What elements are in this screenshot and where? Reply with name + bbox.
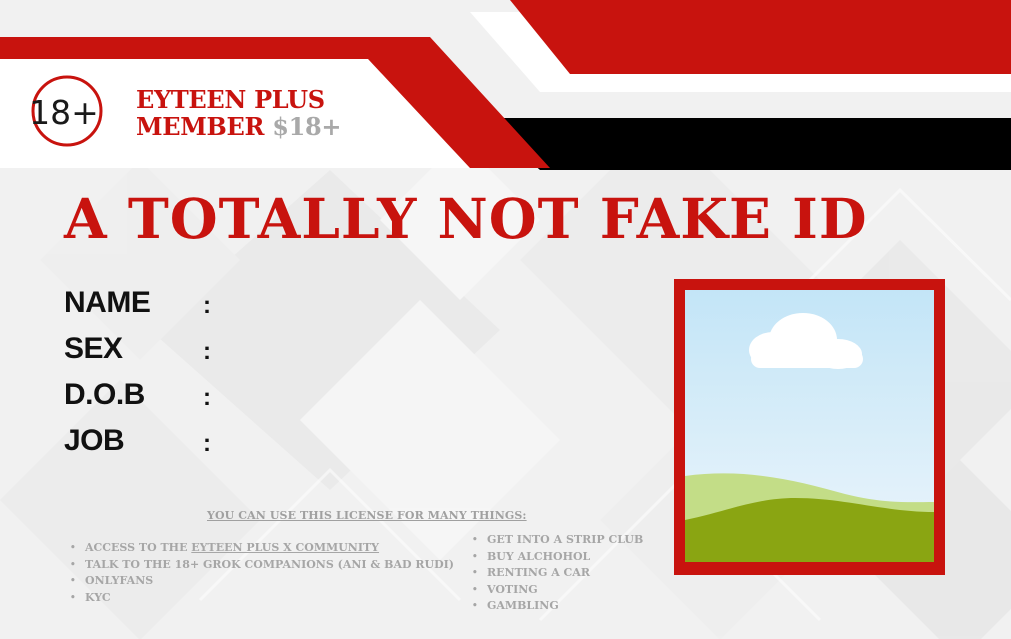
list-item: KYC xyxy=(70,590,454,607)
card-title: A TOTALLY NOT FAKE ID xyxy=(64,186,868,251)
list-item: VOTING xyxy=(472,582,643,599)
logo-text: 18+ xyxy=(30,93,99,132)
list-item: ONLYFANS xyxy=(70,573,454,590)
brand-line-1: EYTEEN PLUS xyxy=(136,85,325,114)
list-item: TALK TO THE 18+ GROK COMPANIONS (ANI & B… xyxy=(70,557,454,574)
brand-line-2: MEMBER $18+ xyxy=(136,112,342,141)
community-link[interactable]: EYTEEN PLUS X COMMUNITY xyxy=(191,541,379,554)
field-colon: : xyxy=(203,338,211,365)
field-label: SEX xyxy=(64,332,123,365)
field-colon: : xyxy=(203,384,211,411)
field-colon: : xyxy=(203,430,211,457)
uses-list-right: GET INTO A STRIP CLUB BUY ALCHOHOL RENTI… xyxy=(472,532,643,615)
list-item: GAMBLING xyxy=(472,598,643,615)
landscape-placeholder-icon xyxy=(685,290,934,562)
brand-member: MEMBER xyxy=(136,112,265,141)
brand-name: EYTEEN PLUS MEMBER $18+ xyxy=(136,85,342,141)
circled-18-plus-icon: 18+ xyxy=(30,75,103,147)
photo-frame xyxy=(674,279,945,575)
list-item: RENTING A CAR xyxy=(472,565,643,582)
id-card: 18+ EYTEEN PLUS MEMBER $18+ A TOTALLY NO… xyxy=(0,0,1011,639)
field-label: D.O.B xyxy=(64,378,145,411)
uses-heading: YOU CAN USE THIS LICENSE FOR MANY THINGS… xyxy=(207,509,527,522)
list-item: ACCESS TO THE EYTEEN PLUS X COMMUNITY xyxy=(70,540,454,557)
list-item: GET INTO A STRIP CLUB xyxy=(472,532,643,549)
use-prefix: ACCESS TO THE xyxy=(85,541,192,554)
field-colon: : xyxy=(203,292,211,319)
list-item: BUY ALCHOHOL xyxy=(472,549,643,566)
uses-list-left: ACCESS TO THE EYTEEN PLUS X COMMUNITY TA… xyxy=(70,540,454,606)
field-label: NAME xyxy=(64,286,151,319)
brand-price: $18+ xyxy=(272,112,342,141)
field-label: JOB xyxy=(64,424,125,457)
